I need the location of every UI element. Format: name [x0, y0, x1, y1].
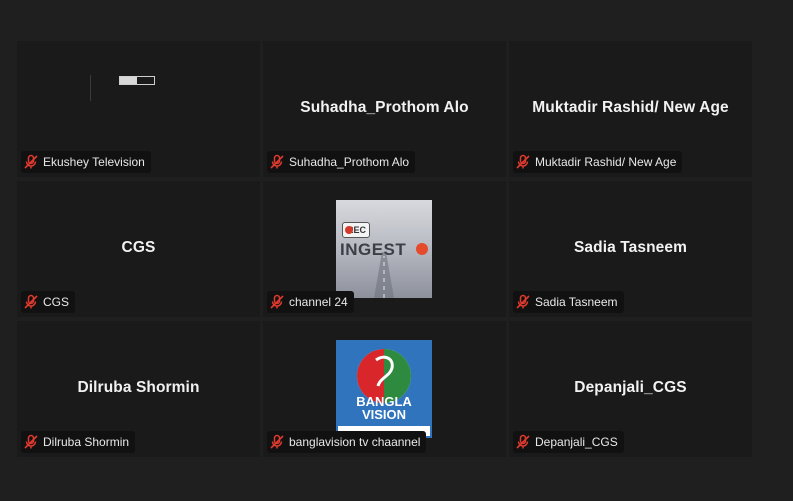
- participant-name: Sadia Tasneem: [535, 295, 618, 309]
- video-tile-muktadir-rashid[interactable]: Muktadir Rashid/ New Age Muktadir Rashid…: [509, 41, 752, 177]
- rec-badge: REC: [342, 222, 370, 238]
- banglavision-logo-icon: [338, 349, 430, 436]
- video-tile-channel-24[interactable]: REC INGEST channel 24: [263, 181, 506, 317]
- mic-muted-icon: [516, 434, 530, 449]
- mic-muted-icon: [24, 154, 38, 169]
- mic-muted-icon: [24, 294, 38, 309]
- participant-name: Depanjali_CGS: [535, 435, 618, 449]
- video-tile-cgs[interactable]: CGS CGS: [17, 181, 260, 317]
- participant-name-tag: channel 24: [267, 291, 354, 313]
- record-dot-icon: [345, 226, 353, 234]
- video-tile-ekushey-television[interactable]: Ekushey Television: [17, 41, 260, 177]
- mic-muted-icon: [516, 154, 530, 169]
- ingest-logo-dot-icon: [416, 243, 428, 255]
- participant-name-tag: banglavision tv chaannel: [267, 431, 427, 453]
- participant-display-name: Suhadha_Prothom Alo: [300, 99, 469, 116]
- video-tile-suhadha-prothom-alo[interactable]: Suhadha_Prothom Alo Suhadha_Prothom Alo: [263, 41, 506, 177]
- video-tile-dilruba-shormin[interactable]: Dilruba Shormin Dilruba Shormin: [17, 321, 260, 457]
- participant-name-tag: Suhadha_Prothom Alo: [267, 151, 416, 173]
- participant-name-tag: Muktadir Rashid/ New Age: [513, 151, 683, 173]
- video-tile-banglavision[interactable]: BANGLA VISION banglavision tv chaannel: [263, 321, 506, 457]
- participant-name: channel 24: [289, 295, 348, 309]
- participant-display-name: CGS: [121, 239, 156, 256]
- banglavision-wordmark: BANGLA VISION: [336, 395, 432, 421]
- participant-name: CGS: [43, 295, 70, 309]
- participant-display-name: Sadia Tasneem: [573, 239, 687, 256]
- mic-muted-icon: [270, 294, 284, 309]
- participant-name: Muktadir Rashid/ New Age: [535, 155, 677, 169]
- ingest-video-thumbnail: REC INGEST: [336, 200, 432, 298]
- participant-name-tag: Dilruba Shormin: [21, 431, 136, 453]
- participant-name: Ekushey Television: [43, 155, 145, 169]
- participant-name-tag: CGS: [21, 291, 76, 313]
- video-tile-depanjali-cgs[interactable]: Depanjali_CGS Depanjali_CGS: [509, 321, 752, 457]
- mic-muted-icon: [24, 434, 38, 449]
- participant-name-tag: Sadia Tasneem: [513, 291, 624, 313]
- loading-indicator: [119, 76, 155, 85]
- participant-name-tag: Depanjali_CGS: [513, 431, 624, 453]
- ingest-label: INGEST: [340, 240, 407, 259]
- video-tile-sadia-tasneem[interactable]: Sadia Tasneem Sadia Tasneem: [509, 181, 752, 317]
- mic-muted-icon: [270, 154, 284, 169]
- participant-name-tag: Ekushey Television: [21, 151, 151, 173]
- participant-display-name: Depanjali_CGS: [574, 379, 687, 396]
- participant-display-name: Muktadir Rashid/ New Age: [532, 99, 729, 116]
- participant-name: banglavision tv chaannel: [289, 435, 421, 449]
- participant-name: Suhadha_Prothom Alo: [289, 155, 410, 169]
- video-divider: [90, 75, 91, 101]
- participant-display-name: Dilruba Shormin: [77, 379, 200, 396]
- wordmark-line2: VISION: [361, 407, 407, 422]
- mic-muted-icon: [270, 434, 284, 449]
- participant-name: Dilruba Shormin: [43, 435, 130, 449]
- mic-muted-icon: [516, 294, 530, 309]
- banglavision-logo-thumbnail: BANGLA VISION: [336, 340, 432, 438]
